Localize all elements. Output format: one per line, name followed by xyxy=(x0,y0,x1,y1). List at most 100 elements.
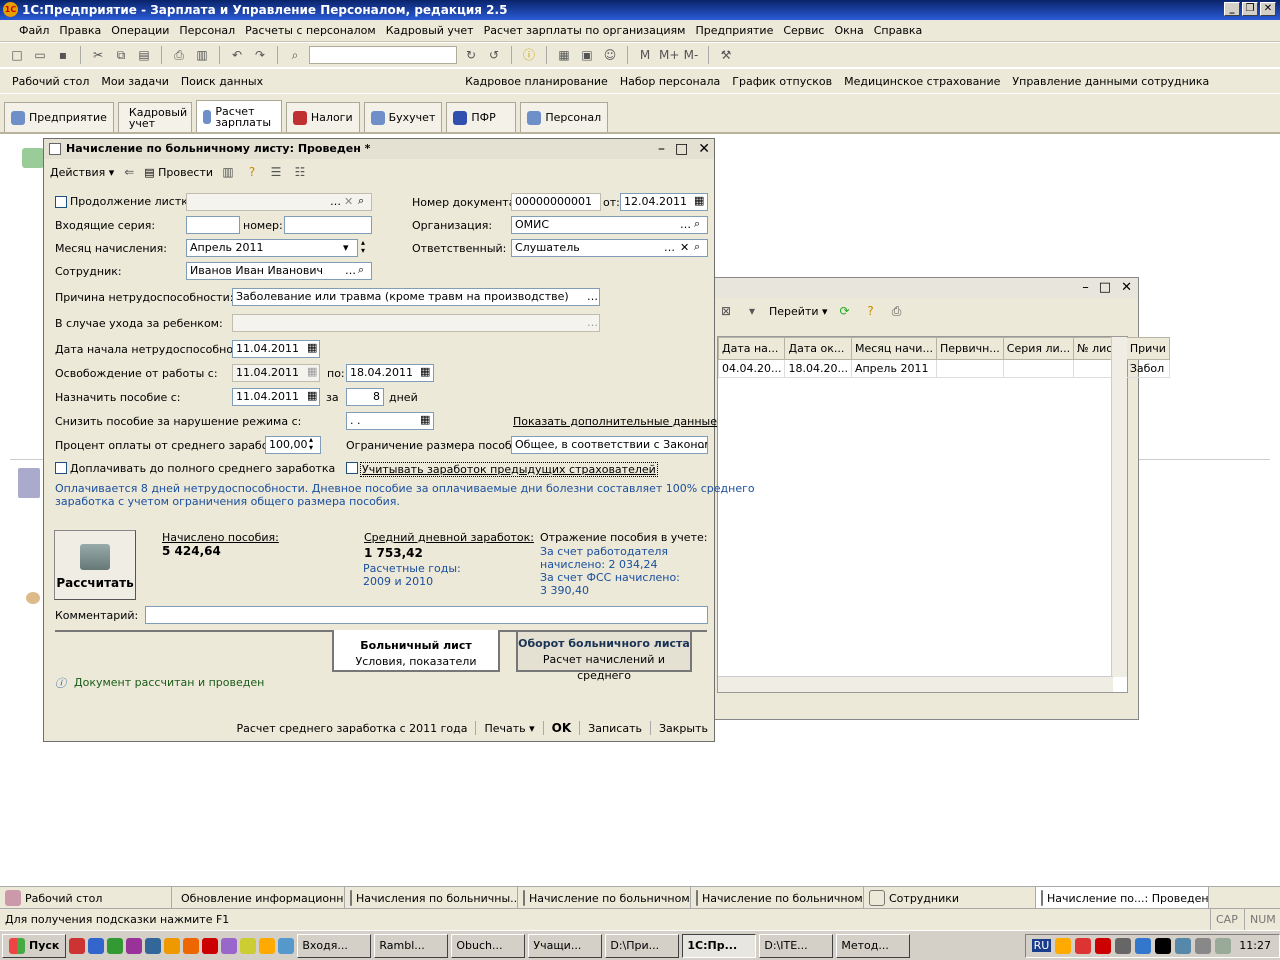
tray-icon[interactable] xyxy=(1075,937,1092,954)
goto-button[interactable]: Перейти ▾ xyxy=(769,305,828,318)
quicklaunch-icon[interactable] xyxy=(69,937,86,954)
tab-turnover[interactable]: Оборот больничного листа Расчет начислен… xyxy=(516,630,692,682)
select-icon[interactable]: … xyxy=(664,241,675,254)
calendar-icon[interactable]: ▦ xyxy=(307,389,317,402)
window-tab[interactable]: Рабочий стол xyxy=(0,887,172,909)
search-icon[interactable]: ⌕ xyxy=(694,240,700,254)
volume-icon[interactable] xyxy=(1195,937,1212,954)
list-icon[interactable]: ☰ xyxy=(267,163,285,181)
select-icon[interactable]: … xyxy=(587,316,598,329)
clear-icon[interactable]: ✕ xyxy=(680,241,689,254)
show-more-link[interactable]: Показать дополнительные данные xyxy=(513,415,717,428)
grid-hscrollbar[interactable] xyxy=(718,676,1113,692)
menu-personnel[interactable]: Персонал xyxy=(174,24,240,37)
menu-windows[interactable]: Окна xyxy=(829,24,868,37)
tray-icon[interactable] xyxy=(1215,937,1232,954)
tray-icon[interactable] xyxy=(1155,937,1172,954)
select-icon[interactable]: … xyxy=(680,218,691,231)
desktop-link[interactable]: Рабочий стол xyxy=(6,75,95,88)
memory-m-icon[interactable]: M xyxy=(636,46,654,64)
firefox-icon[interactable] xyxy=(183,937,200,954)
clear-icon[interactable]: … xyxy=(330,195,341,208)
number-field[interactable] xyxy=(284,216,372,234)
memory-minus-icon[interactable]: M- xyxy=(682,46,700,64)
calendar-icon[interactable]: ▦ xyxy=(307,341,317,354)
filter-icon[interactable]: ⊠ xyxy=(717,302,735,320)
open-icon[interactable]: ▭ xyxy=(31,46,49,64)
go-to-icon[interactable]: ⇐ xyxy=(120,163,138,181)
post-button[interactable]: ▤ Провести xyxy=(144,166,213,179)
employees-list-window[interactable]: – □ ✕ ⊠ ▾ Перейти ▾ ⟳ ? ⎙ Дата на... Дат… xyxy=(698,277,1170,720)
tray-icon[interactable] xyxy=(1115,937,1132,954)
section-payroll[interactable]: Расчет зарплаты xyxy=(195,100,282,132)
bgwin-maximize-button[interactable]: □ xyxy=(1099,280,1111,295)
avg-calc-button[interactable]: Расчет среднего заработка с 2011 года xyxy=(237,722,468,735)
info-icon[interactable]: ⓘ xyxy=(520,46,538,64)
window-tab[interactable]: Начисление по больничном... xyxy=(518,887,691,909)
search-combo[interactable] xyxy=(309,46,457,64)
language-indicator[interactable]: RU xyxy=(1031,939,1052,952)
table-row[interactable]: 04.04.20... 18.04.20... Апрель 2011 Забо… xyxy=(717,359,1170,378)
calendar-icon[interactable]: ▦ xyxy=(420,413,430,426)
bgwin-close-button[interactable]: ✕ xyxy=(1121,280,1132,295)
redo-icon[interactable]: ↷ xyxy=(251,46,269,64)
find-next-icon[interactable]: ↻ xyxy=(462,46,480,64)
memory-plus-icon[interactable]: M+ xyxy=(659,46,679,64)
dialog-minimize-button[interactable]: – xyxy=(658,139,665,159)
tray-icon[interactable] xyxy=(1055,937,1072,954)
task-button[interactable]: Obuch... xyxy=(451,933,526,958)
col-end-date[interactable]: Дата ок... xyxy=(784,337,852,360)
maximize-button[interactable]: ❐ xyxy=(1242,2,1258,16)
cut-icon[interactable]: ✂ xyxy=(89,46,107,64)
menu-edit[interactable]: Правка xyxy=(54,24,106,37)
quicklaunch-icon[interactable] xyxy=(221,937,238,954)
menu-service[interactable]: Сервис xyxy=(778,24,829,37)
section-hr[interactable]: Кадровый учет xyxy=(117,102,192,132)
quicklaunch-icon[interactable] xyxy=(259,937,276,954)
undo-icon[interactable]: ↶ xyxy=(228,46,246,64)
help-icon[interactable]: ? xyxy=(243,163,261,181)
close-dialog-button[interactable]: Закрыть xyxy=(659,722,708,735)
window-tab[interactable]: Начисления по больничны... xyxy=(345,887,518,909)
col-primary[interactable]: Первичн... xyxy=(935,337,1004,360)
medical-insurance-link[interactable]: Медицинское страхование xyxy=(838,75,1006,88)
window-tab[interactable]: Обновление информационн... xyxy=(172,887,345,909)
dialog-close-button[interactable]: ✕ xyxy=(698,139,710,159)
section-accounting[interactable]: Бухучет xyxy=(363,102,443,132)
task-button[interactable]: D:\ITE... xyxy=(759,933,834,958)
documents-grid[interactable]: Дата на... Дата ок... Месяц начи... Перв… xyxy=(717,336,1170,693)
my-tasks-link[interactable]: Мои задачи xyxy=(95,75,174,88)
recruitment-link[interactable]: Набор персонала xyxy=(614,75,726,88)
users-icon[interactable]: ☺ xyxy=(601,46,619,64)
quicklaunch-icon[interactable] xyxy=(126,937,143,954)
series-field[interactable] xyxy=(186,216,240,234)
find-prev-icon[interactable]: ↺ xyxy=(485,46,503,64)
print-list-icon[interactable]: ⎙ xyxy=(888,302,906,320)
menu-operations[interactable]: Операции xyxy=(106,24,174,37)
tools-icon[interactable]: ⚒ xyxy=(717,46,735,64)
topup-checkbox[interactable] xyxy=(55,462,67,474)
menu-settlements[interactable]: Расчеты с персоналом xyxy=(240,24,381,37)
limit-field[interactable]: Общее, в соответствии с Законом xyxy=(511,436,708,454)
select-icon[interactable]: … xyxy=(587,290,598,303)
spin-icon[interactable]: ▴ ▾ xyxy=(309,436,313,452)
calculate-button[interactable]: Рассчитать xyxy=(54,530,136,600)
grid-vscrollbar[interactable] xyxy=(1111,337,1127,677)
window-tab-active[interactable]: Начисление по...: Проведен * xyxy=(1036,887,1209,909)
menu-payroll[interactable]: Расчет зарплаты по организациям xyxy=(479,24,691,37)
tray-icon[interactable] xyxy=(1135,937,1152,954)
task-button[interactable]: Учащи... xyxy=(528,933,603,958)
settings-list-icon[interactable]: ☷ xyxy=(291,163,309,181)
calendar-icon[interactable]: ▣ xyxy=(578,46,596,64)
actions-menu[interactable]: Действия ▾ xyxy=(50,166,114,179)
print-icon[interactable]: ⎙ xyxy=(170,46,188,64)
start-button[interactable]: Пуск xyxy=(2,933,67,958)
calendar-icon[interactable]: ▦ xyxy=(420,365,430,378)
find-icon[interactable]: ⌕ xyxy=(286,46,304,64)
tray-icon[interactable] xyxy=(1095,937,1112,954)
col-start-date[interactable]: Дата на... xyxy=(717,337,786,360)
reason-field[interactable]: Заболевание или травма (кроме травм на п… xyxy=(232,288,600,306)
task-button-active[interactable]: 1С:Пр... xyxy=(682,933,757,958)
comment-field[interactable] xyxy=(145,606,708,624)
close-button[interactable]: ✕ xyxy=(1260,2,1276,16)
